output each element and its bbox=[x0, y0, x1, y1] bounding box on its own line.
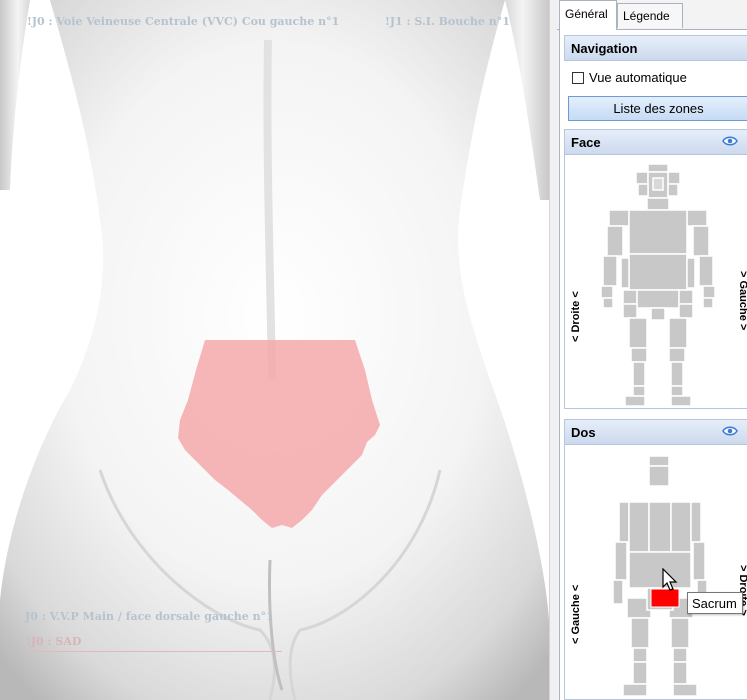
face-zone-neck bbox=[646, 197, 670, 211]
dos-zone-heel-right bbox=[672, 683, 698, 697]
right-arm-shape bbox=[505, 0, 549, 200]
face-zone-hand-right bbox=[600, 285, 614, 299]
face-zone-abdomen bbox=[628, 253, 688, 291]
dos-zone-head-back bbox=[648, 465, 670, 487]
tab-bar: Général Légende bbox=[557, 0, 747, 30]
face-left-side-label: < Droite < bbox=[570, 291, 582, 342]
device-label-vvp: J0 : V.V.P Main / face dorsale gauche n°… bbox=[25, 610, 274, 623]
auto-view-label: Vue automatique bbox=[589, 70, 687, 85]
dos-title: Dos bbox=[571, 425, 596, 440]
dos-zone-shoulder-right bbox=[690, 501, 702, 543]
face-zone-ankle-left bbox=[670, 385, 684, 397]
face-zone-cheek-right bbox=[667, 183, 679, 197]
face-body-map[interactable] bbox=[565, 130, 747, 410]
face-zone-ankle-right bbox=[632, 385, 646, 397]
face-zone-pelvis bbox=[636, 289, 680, 309]
face-zone-thigh-right bbox=[628, 317, 648, 349]
dos-zone-spine-upper bbox=[648, 501, 672, 553]
face-zone-foot-left bbox=[670, 395, 692, 407]
face-zone-shin-left bbox=[670, 361, 684, 387]
face-zone-arm-right bbox=[606, 225, 624, 257]
face-zone-flank-left bbox=[686, 257, 696, 289]
device-label-sad: !J0 : SAD bbox=[26, 635, 82, 648]
face-zone-shoulder-left bbox=[686, 209, 708, 227]
face-header: Face bbox=[564, 129, 747, 155]
dos-zone-calf-left bbox=[632, 661, 648, 685]
face-zone-head-top bbox=[647, 163, 669, 173]
back-body-render[interactable] bbox=[0, 0, 549, 700]
dos-zone-arm-left bbox=[614, 541, 628, 581]
face-zone-thigh-left bbox=[668, 317, 688, 349]
face-zone-cheek-left bbox=[637, 183, 649, 197]
dos-zone-lower-back bbox=[628, 551, 692, 589]
body-3d-viewer[interactable]: !J0 : Voie Veineuse Centrale (VVC) Cou g… bbox=[0, 0, 549, 700]
tab-legende[interactable]: Légende bbox=[617, 3, 683, 28]
face-zone-nose bbox=[652, 177, 664, 191]
zones-list-button[interactable]: Liste des zones bbox=[568, 96, 747, 121]
face-zone-shoulder-right bbox=[608, 209, 630, 227]
face-zone-thigh-top-right bbox=[622, 303, 638, 319]
dos-zone-thigh-left bbox=[630, 617, 650, 649]
dos-map-panel bbox=[564, 419, 747, 700]
face-zone-fingers-right bbox=[602, 297, 614, 309]
face-zone-fingers-left bbox=[702, 297, 714, 309]
device-label-vvc: !J0 : Voie Veineuse Centrale (VVC) Cou g… bbox=[27, 15, 340, 28]
face-zone-flank-right bbox=[620, 257, 630, 289]
face-map-panel bbox=[564, 129, 747, 409]
navigation-header: Navigation bbox=[564, 35, 747, 61]
tab-general[interactable]: Général bbox=[559, 0, 617, 30]
dos-zone-head-top bbox=[648, 455, 670, 467]
dos-zone-knee-right bbox=[672, 647, 688, 663]
dos-zone-forearm-left bbox=[612, 579, 624, 605]
dos-zone-arm-right bbox=[692, 541, 706, 581]
face-title: Face bbox=[571, 135, 601, 150]
auto-view-row[interactable]: Vue automatique bbox=[572, 70, 742, 88]
face-zone-head-left bbox=[635, 171, 649, 185]
dos-header: Dos bbox=[564, 419, 747, 445]
dos-eye-icon[interactable] bbox=[722, 426, 738, 436]
left-arm-shape bbox=[0, 0, 30, 190]
face-zone-knee-left bbox=[668, 347, 686, 363]
dos-body-map[interactable] bbox=[565, 420, 747, 700]
navigation-title: Navigation bbox=[571, 41, 638, 56]
face-zone-arm-left bbox=[692, 225, 710, 257]
dos-zone-thigh-right bbox=[670, 617, 690, 649]
dos-left-side-label: < Gauche < bbox=[570, 584, 582, 644]
dos-zone-scapula-left bbox=[628, 501, 650, 553]
face-zone-forearm-right bbox=[602, 255, 618, 287]
face-zone-head-right bbox=[667, 171, 681, 185]
face-zone-chest bbox=[628, 209, 688, 255]
face-zone-shin-right bbox=[632, 361, 646, 387]
face-eye-icon[interactable] bbox=[722, 136, 738, 146]
panel-splitter[interactable] bbox=[549, 0, 557, 700]
dos-zone-knee-left bbox=[632, 647, 648, 663]
dos-zone-scapula-right bbox=[670, 501, 692, 553]
dos-zone-shoulder-left bbox=[618, 501, 630, 543]
face-zone-thigh-top-left bbox=[678, 303, 694, 319]
face-zone-hip-left bbox=[678, 289, 694, 305]
device-label-si: !J1 : S.I. Bouche n°1 bbox=[385, 15, 510, 28]
face-zone-foot-right bbox=[624, 395, 646, 407]
dos-zone-calf-right bbox=[672, 661, 688, 685]
face-zone-knee-right bbox=[630, 347, 648, 363]
face-zone-forearm-left bbox=[698, 255, 714, 287]
face-zone-groin bbox=[650, 307, 666, 321]
face-right-side-label: > Gauche > bbox=[737, 271, 747, 330]
label-leader-line bbox=[22, 651, 282, 652]
zone-tooltip: Sacrum bbox=[687, 592, 743, 614]
mouse-cursor-icon bbox=[662, 568, 678, 591]
face-zone-hand-left bbox=[702, 285, 716, 299]
face-zone-hip-right bbox=[622, 289, 638, 305]
auto-view-checkbox[interactable] bbox=[572, 72, 584, 84]
dos-zone-heel-left bbox=[622, 683, 648, 697]
